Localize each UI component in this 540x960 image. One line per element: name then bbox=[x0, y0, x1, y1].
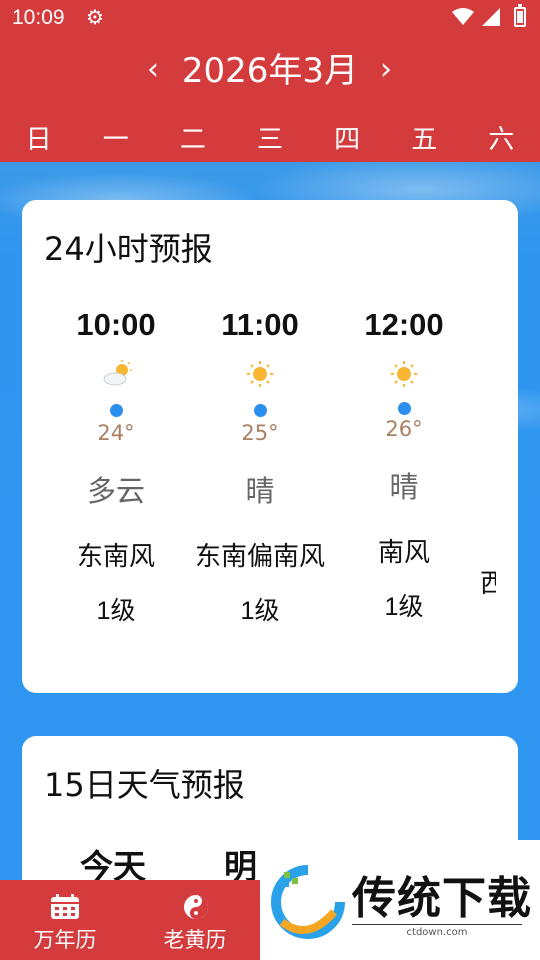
weekday-fri: 五 bbox=[411, 125, 438, 155]
calendar-icon bbox=[50, 894, 80, 920]
watermark-brand: 传统下载 bbox=[352, 873, 532, 924]
weekday-header: 日 一 二 三 四 五 六 bbox=[0, 120, 540, 160]
hour-wind-level: 1级 bbox=[384, 593, 424, 621]
watermark-url: ctdown.com bbox=[352, 924, 522, 938]
hour-temperature: 24° bbox=[97, 421, 135, 445]
prev-month-button[interactable]: ‹ bbox=[133, 50, 173, 90]
hour-temperature: 25° bbox=[241, 421, 279, 445]
weekday-thu: 四 bbox=[334, 125, 361, 155]
sun-icon bbox=[246, 360, 274, 388]
tab-label: 老黄历 bbox=[163, 928, 227, 952]
hour-time: 10:00 bbox=[76, 307, 156, 342]
hour-time: 12:00 bbox=[364, 307, 444, 342]
hour-item: 11:00 25° 晴 东南偏南风 1级 bbox=[188, 302, 332, 629]
hour-condition: 晴 bbox=[389, 470, 419, 504]
battery-icon bbox=[514, 4, 526, 27]
hour-item: 12:00 26° 晴 南风 1级 bbox=[332, 302, 476, 625]
yin-yang-icon bbox=[180, 894, 210, 920]
hour-wind-direction: 南风 bbox=[377, 538, 430, 568]
ctdown-logo-icon bbox=[271, 865, 345, 939]
app-header: 10:09 ⚙ ‹ 2026年3月 › 日 一 二 三 四 五 六 bbox=[0, 0, 540, 162]
settings-gear-icon: ⚙ bbox=[86, 5, 104, 29]
cell-signal-icon bbox=[482, 8, 500, 26]
bottom-navigation: 万年历 老黄历 bbox=[0, 880, 260, 960]
month-title[interactable]: 2026年3月 bbox=[170, 48, 370, 94]
hourly-forecast-title: 24小时预报 bbox=[44, 230, 213, 268]
hour-temperature: 26° bbox=[385, 417, 423, 441]
status-icons bbox=[452, 8, 500, 26]
weekday-tue: 二 bbox=[179, 125, 206, 155]
hour-item: 10:00 24° 多云 东南风 1级 bbox=[44, 302, 188, 629]
month-navigator: ‹ 2026年3月 › bbox=[0, 48, 540, 96]
hour-wind-level: 1级 bbox=[240, 597, 280, 625]
tab-label: 万年历 bbox=[33, 928, 97, 952]
temperature-dot bbox=[253, 404, 267, 417]
hour-time: 11:00 bbox=[221, 307, 299, 342]
sun-icon bbox=[390, 360, 418, 388]
hour-condition: 晴 bbox=[245, 474, 275, 508]
hourly-forecast-card: 24小时预报 10:00 24° 多云 东南风 1级 11:00 25° 晴 东… bbox=[22, 200, 518, 693]
partly-cloudy-icon bbox=[102, 360, 132, 388]
next-month-button[interactable]: › bbox=[366, 50, 406, 90]
wifi-icon bbox=[452, 8, 474, 25]
tab-almanac[interactable]: 老黄历 bbox=[130, 880, 260, 960]
hour-wind-direction: 东南风 bbox=[76, 542, 155, 572]
status-bar: 10:09 ⚙ bbox=[0, 0, 540, 36]
tab-perpetual-calendar[interactable]: 万年历 bbox=[0, 880, 130, 960]
watermark-logo: 传统下载 ctdown.com bbox=[260, 840, 540, 960]
temperature-dot bbox=[109, 404, 123, 417]
weekday-mon: 一 bbox=[102, 125, 129, 155]
weekday-sat: 六 bbox=[488, 125, 515, 155]
daily-forecast-title: 15日天气预报 bbox=[44, 766, 245, 804]
status-time: 10:09 bbox=[12, 6, 65, 29]
weekday-wed: 三 bbox=[256, 125, 283, 155]
hourly-forecast-list[interactable]: 10:00 24° 多云 东南风 1级 11:00 25° 晴 东南偏南风 1级… bbox=[22, 302, 518, 682]
hour-wind-direction: 东南偏南风 bbox=[194, 542, 325, 572]
hour-wind-level: 1级 bbox=[96, 597, 136, 625]
hour-condition: 多云 bbox=[86, 474, 145, 508]
weekday-sun: 日 bbox=[25, 125, 52, 155]
